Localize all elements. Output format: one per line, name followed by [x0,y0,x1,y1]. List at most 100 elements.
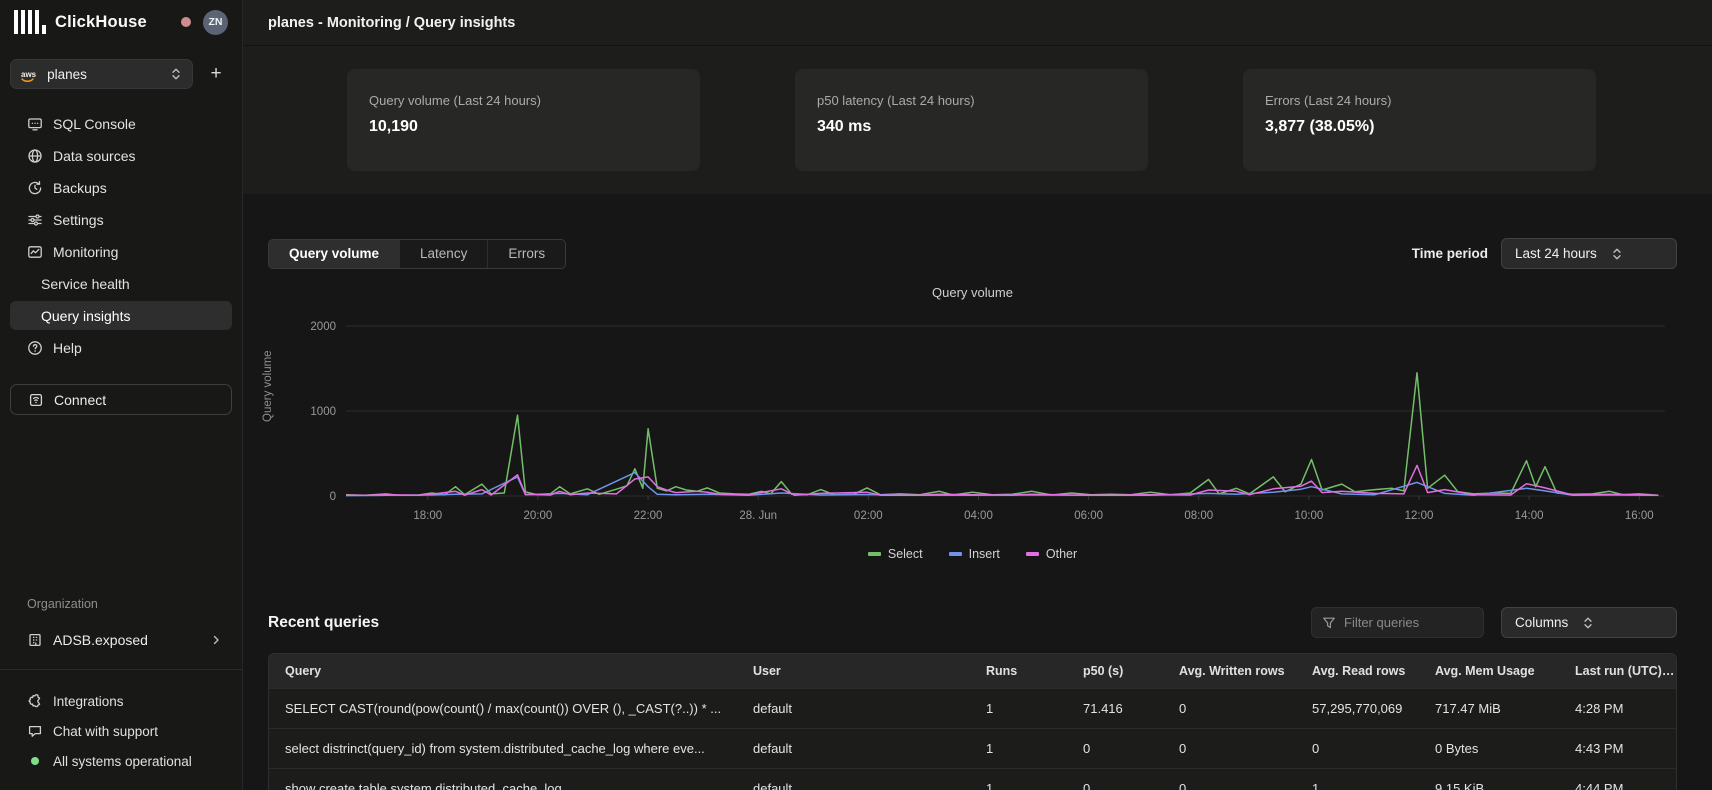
backups-icon [27,180,43,196]
recent-queries-header: Recent queries Columns [268,607,1677,638]
sidebar-item-label: Monitoring [53,244,118,260]
filter-queries-input[interactable] [1344,615,1464,630]
brand-row: ClickHouse ZN [14,0,228,44]
brand-name: ClickHouse [55,13,147,32]
stat-label: Errors (Last 24 hours) [1265,93,1574,108]
cell-avg-read: 0 [1296,741,1419,756]
legend-label: Other [1046,547,1077,561]
tab-query-volume[interactable]: Query volume [269,240,400,268]
cell-query: SELECT CAST(round(pow(count() / max(coun… [269,701,737,716]
aws-icon: aws [21,70,36,79]
chart-y-axis-title: Query volume [262,350,274,422]
legend-swatch-insert [949,552,962,556]
table-row[interactable]: select distrinct(query_id) from system.d… [269,728,1676,768]
legend-item-other[interactable]: Other [1026,547,1077,561]
integrations-icon [27,693,43,709]
cell-avg-mem: 0 Bytes [1419,741,1559,756]
sidebar-item-label: Query insights [41,308,130,324]
sidebar: ClickHouse ZN aws planes + SQL Console D… [0,0,243,790]
connect-button[interactable]: Connect [10,384,232,415]
sidebar-item-chat-support[interactable]: Chat with support [10,716,232,746]
svg-text:28. Jun: 28. Jun [739,510,777,522]
stat-value: 10,190 [369,118,678,136]
column-header-avg-mem[interactable]: Avg. Mem Usage [1419,664,1559,678]
table-row[interactable]: SELECT CAST(round(pow(count() / max(coun… [269,688,1676,728]
cell-p50: 0 [1067,781,1163,790]
user-avatar[interactable]: ZN [203,10,228,35]
stat-card-query-volume: Query volume (Last 24 hours) 10,190 [347,69,700,171]
cell-p50: 0 [1067,741,1163,756]
sidebar-item-query-insights[interactable]: Query insights [10,301,232,330]
column-header-avg-read[interactable]: Avg. Read rows [1296,664,1419,678]
svg-text:08:00: 08:00 [1184,510,1213,522]
stats-band: Query volume (Last 24 hours) 10,190 p50 … [243,46,1712,194]
sidebar-item-label: SQL Console [53,116,136,132]
cell-avg-written: 0 [1163,701,1296,716]
sidebar-item-label: Settings [53,212,104,228]
notification-dot [181,17,191,27]
legend-swatch-select [868,552,881,556]
column-header-last-run[interactable]: Last run (UTC) [1559,664,1676,678]
tab-latency[interactable]: Latency [400,240,488,268]
filter-funnel-icon [1322,616,1336,630]
sidebar-item-settings[interactable]: Settings [10,205,232,234]
tab-errors[interactable]: Errors [488,240,565,268]
monitoring-icon [27,244,43,260]
svg-text:0: 0 [330,491,336,503]
column-header-runs[interactable]: Runs [970,664,1067,678]
sidebar-item-data-sources[interactable]: Data sources [10,141,232,170]
columns-select[interactable]: Columns [1501,607,1677,638]
time-period-value: Last 24 hours [1515,246,1597,261]
main-area: planes - Monitoring / Query insights Que… [243,0,1712,790]
legend-item-insert[interactable]: Insert [949,547,1000,561]
status-dot [31,757,39,765]
cell-last-run: 4:43 PM [1559,741,1676,756]
column-header-p50[interactable]: p50 (s) [1067,664,1163,678]
svg-text:10:00: 10:00 [1294,510,1323,522]
sidebar-item-monitoring[interactable]: Monitoring [10,237,232,266]
add-service-button[interactable]: + [202,60,230,88]
svg-text:06:00: 06:00 [1074,510,1103,522]
sidebar-item-service-health[interactable]: Service health [10,269,232,298]
sidebar-item-backups[interactable]: Backups [10,173,232,202]
organization-selector[interactable]: ADSB.exposed [10,625,232,655]
chart-title: Query volume [268,285,1677,300]
time-period-select[interactable]: Last 24 hours [1501,238,1677,269]
cell-avg-mem: 717.47 MiB [1419,701,1559,716]
recent-queries-table: Query User Runs p50 (s) Avg. Written row… [268,653,1677,790]
chevron-updown-icon [1611,247,1623,261]
topbar: planes - Monitoring / Query insights [243,0,1712,46]
stat-value: 3,877 (38.05%) [1265,118,1574,136]
column-header-user[interactable]: User [737,664,970,678]
cell-avg-written: 0 [1163,781,1296,790]
page-title: planes - Monitoring / Query insights [268,15,515,31]
cell-query: select distrinct(query_id) from system.d… [269,741,737,756]
chat-icon [27,723,43,739]
cell-runs: 1 [970,701,1067,716]
settings-sliders-icon [27,212,43,228]
footer-item-label: Integrations [53,694,124,709]
chevron-updown-icon [170,67,182,81]
sidebar-item-integrations[interactable]: Integrations [10,686,232,716]
organization-name: ADSB.exposed [53,632,148,648]
service-selector[interactable]: aws planes [10,59,193,89]
chart-wrap: Query volume 01000200018:0020:0022:0028.… [268,304,1677,542]
sidebar-item-label: Data sources [53,148,135,164]
svg-text:22:00: 22:00 [634,510,663,522]
system-status[interactable]: All systems operational [10,746,232,776]
time-period-label: Time period [1412,246,1488,261]
column-header-avg-written[interactable]: Avg. Written rows [1163,664,1296,678]
sidebar-item-sql-console[interactable]: SQL Console [10,109,232,138]
svg-text:02:00: 02:00 [854,510,883,522]
organization-section-label: Organization [10,597,232,611]
legend-label: Select [888,547,923,561]
svg-text:04:00: 04:00 [964,510,993,522]
stat-label: p50 latency (Last 24 hours) [817,93,1126,108]
recent-queries-controls: Columns [1311,607,1677,638]
column-header-query[interactable]: Query [269,664,737,678]
sidebar-item-help[interactable]: Help [10,333,232,362]
stat-value: 340 ms [817,118,1126,136]
legend-item-select[interactable]: Select [868,547,923,561]
sidebar-spacer [10,415,232,597]
table-row[interactable]: show create table system.distributed_cac… [269,768,1676,790]
